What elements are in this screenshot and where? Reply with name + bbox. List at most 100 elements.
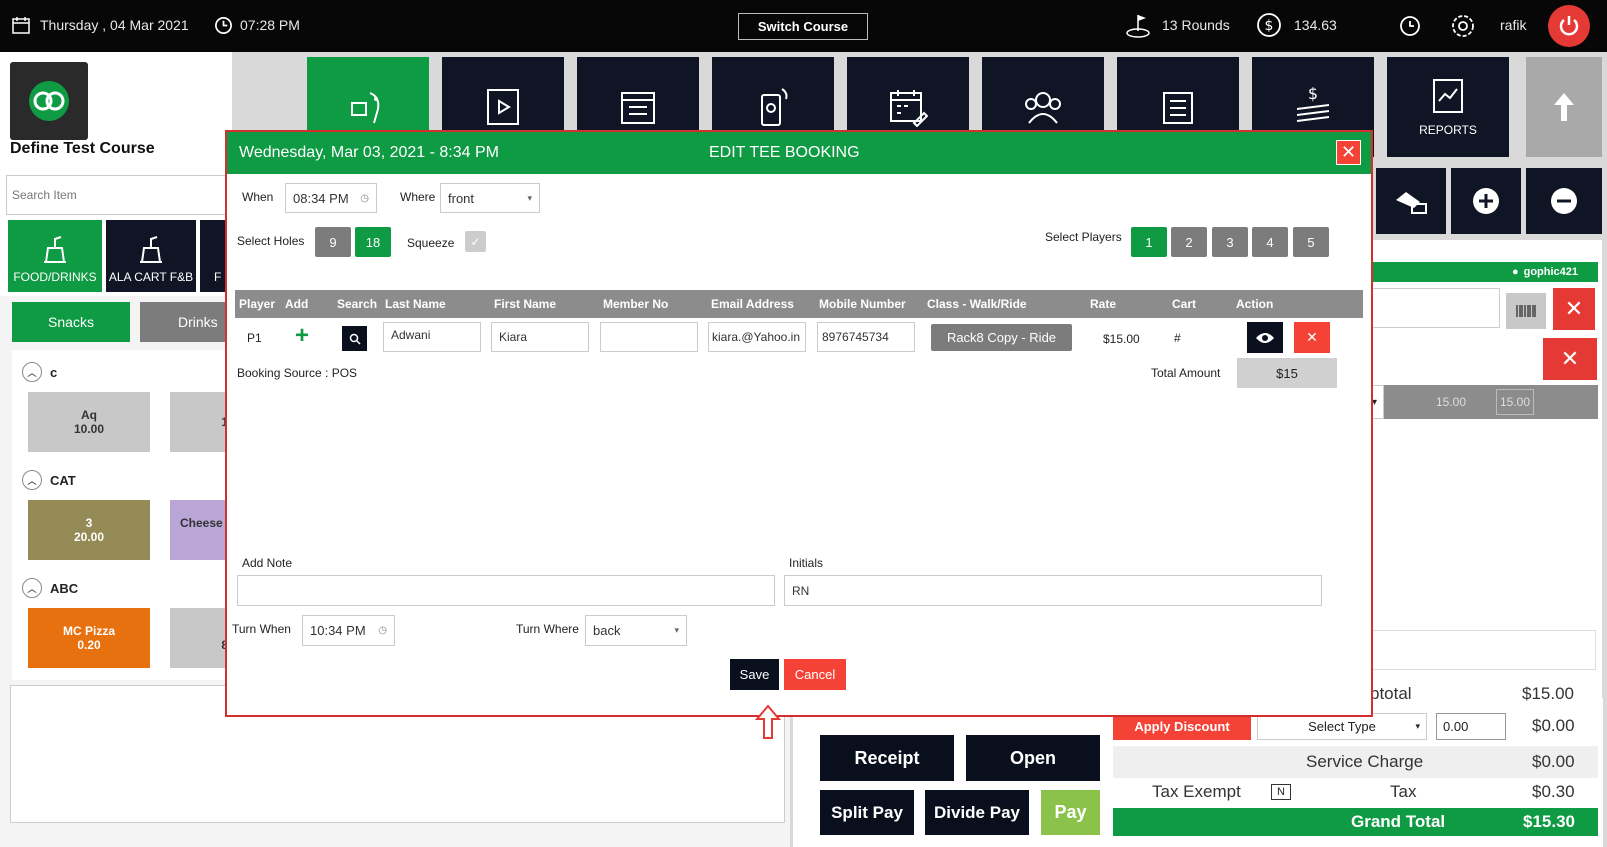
first-name-input[interactable]: Kiara	[491, 322, 589, 352]
booking-source: Booking Source : POS	[237, 366, 358, 380]
mobile-input[interactable]: 8976745734	[817, 322, 915, 352]
col-rate: Rate	[1090, 297, 1117, 311]
holes-9-button[interactable]: 9	[315, 227, 351, 257]
gear-icon[interactable]	[1450, 13, 1476, 39]
group-header-c[interactable]: ︿ c	[22, 362, 57, 382]
col-cart: Cart	[1172, 297, 1197, 311]
barcode-button[interactable]	[1506, 293, 1546, 329]
category-food-drinks[interactable]: FOOD/DRINKS	[8, 220, 102, 292]
apply-discount-button[interactable]: Apply Discount	[1113, 713, 1251, 740]
split-pay-button[interactable]: Split Pay	[820, 790, 914, 835]
subtab-snacks[interactable]: Snacks	[12, 302, 130, 342]
total-amount-value: $15	[1237, 358, 1337, 388]
col-member-no: Member No	[603, 297, 669, 311]
add-button[interactable]	[1451, 168, 1521, 234]
food-drinks-icon	[44, 236, 66, 263]
tax-value: $0.30	[1532, 782, 1575, 801]
col-player: Player	[239, 297, 276, 311]
remove-line-button[interactable]: ✕	[1543, 338, 1597, 380]
group-header-abc[interactable]: ︿ ABC	[22, 578, 78, 598]
save-button[interactable]: Save	[730, 659, 779, 690]
history-clock-icon[interactable]	[1399, 15, 1421, 37]
collapse-icon: ︿	[22, 578, 42, 598]
when-time-input[interactable]: 08:34 PM ◷	[285, 183, 377, 213]
players-2-button[interactable]: 2	[1171, 227, 1207, 257]
close-icon: ✕	[1560, 346, 1580, 371]
class-walk-ride-button[interactable]: Rack8 Copy - Ride	[931, 324, 1072, 351]
item-tile[interactable]: Aq 10.00	[28, 392, 150, 452]
open-button[interactable]: Open	[966, 735, 1100, 781]
col-mobile: Mobile Number	[819, 297, 906, 311]
players-5-button[interactable]: 5	[1293, 227, 1329, 257]
add-note-label: Add Note	[242, 556, 293, 570]
clock-icon	[215, 17, 232, 34]
add-note-input[interactable]	[237, 575, 775, 606]
col-email: Email Address	[711, 297, 794, 311]
subtab-drinks[interactable]: Drinks	[140, 302, 232, 342]
modal-close-button[interactable]: ✕	[1336, 140, 1361, 165]
collapse-icon: ︿	[22, 470, 42, 490]
col-first-name: First Name	[494, 297, 557, 311]
col-action: Action	[1236, 297, 1274, 311]
money-stack-icon: $	[1296, 85, 1330, 122]
discount-value-input[interactable]: 0.00	[1436, 713, 1506, 740]
category-ala-cart[interactable]: ALA CART F&B	[106, 220, 196, 292]
turn-when-label: Turn When	[232, 622, 291, 636]
power-icon	[1559, 16, 1579, 36]
pay-button[interactable]: Pay	[1041, 790, 1100, 835]
delete-player-button[interactable]: ✕	[1294, 322, 1330, 353]
players-3-button[interactable]: 3	[1212, 227, 1248, 257]
remove-button[interactable]	[1526, 168, 1602, 234]
schedule-list-icon	[621, 92, 655, 124]
item-tile[interactable]: MC Pizza 0.20	[28, 608, 150, 668]
turn-when-input[interactable]: 10:34 PM ◷	[302, 615, 395, 646]
email-input[interactable]: kiara.@Yahoo.in	[708, 322, 806, 352]
grand-total-bar: Grand Total $15.30	[1113, 808, 1598, 836]
item-tile[interactable]: I8	[170, 608, 232, 668]
receipt-button[interactable]: Receipt	[820, 735, 954, 781]
turn-where-select[interactable]: back ▾	[585, 615, 687, 646]
cancel-button[interactable]: Cancel	[784, 659, 846, 690]
search-player-button[interactable]	[342, 326, 367, 351]
order-line-amount[interactable]: 15.00	[1496, 389, 1534, 415]
member-no-input[interactable]	[600, 322, 698, 352]
last-name-input[interactable]: Adwani	[383, 322, 481, 352]
search-item-input[interactable]: Search Item	[6, 175, 228, 215]
hand-card-button[interactable]	[1376, 168, 1446, 234]
col-add: Add	[285, 297, 309, 311]
item-tile[interactable]: 1	[170, 392, 232, 452]
clear-input-button[interactable]: ✕	[1553, 288, 1595, 330]
food-drinks-icon	[140, 236, 162, 263]
course-name: Define Test Course	[10, 140, 155, 157]
initials-input[interactable]: RN	[784, 575, 1322, 606]
order-note-input[interactable]	[1340, 630, 1596, 670]
view-player-button[interactable]	[1247, 322, 1283, 353]
plus-circle-icon	[1473, 188, 1499, 214]
item-tile[interactable]: Cheese	[170, 500, 232, 560]
order-line-price: 15.00	[1436, 395, 1467, 409]
players-4-button[interactable]: 4	[1252, 227, 1288, 257]
holes-18-button[interactable]: 18	[355, 227, 391, 257]
divide-pay-button[interactable]: Divide Pay	[925, 790, 1029, 835]
grand-total-value: $15.30	[1523, 812, 1575, 831]
svg-text:$: $	[1308, 85, 1318, 103]
collapse-icon: ︿	[22, 362, 42, 382]
col-last-name: Last Name	[385, 297, 446, 311]
subtotal-value: $15.00	[1522, 684, 1574, 703]
modal-header: Wednesday, Mar 03, 2021 - 8:34 PM EDIT T…	[227, 132, 1371, 174]
players-1-button[interactable]: 1	[1131, 227, 1167, 257]
col-search: Search	[337, 297, 378, 311]
service-charge-value: $0.00	[1532, 752, 1575, 771]
order-line: ▾ 15.00 15.00	[1340, 385, 1598, 419]
power-button[interactable]	[1548, 5, 1590, 47]
group-header-cat[interactable]: ︿ CAT	[22, 470, 76, 490]
item-tile[interactable]: 3 20.00	[28, 500, 150, 560]
tax-exempt-toggle[interactable]: N	[1271, 784, 1291, 800]
where-select[interactable]: front ▾	[440, 183, 540, 213]
squeeze-checkbox[interactable]: ✓	[465, 231, 486, 252]
module-reports[interactable]: REPORTS	[1387, 57, 1509, 157]
add-player-button[interactable]: +	[295, 324, 309, 348]
switch-course-button[interactable]: Switch Course	[738, 13, 868, 40]
scroll-up-button[interactable]	[1526, 57, 1602, 157]
discount-type-select[interactable]: Select Type ▾	[1257, 713, 1427, 740]
